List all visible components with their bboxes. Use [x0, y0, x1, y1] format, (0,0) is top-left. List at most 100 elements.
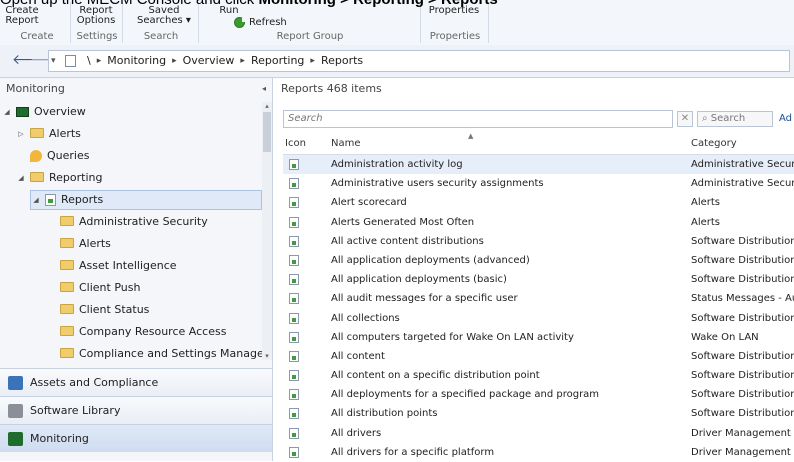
tree-item-compliance-settings[interactable]: Compliance and Settings Management	[60, 344, 262, 360]
workspace-assets-and-compliance[interactable]: Assets and Compliance	[0, 368, 272, 396]
tree-item-reporting[interactable]: ◢ Reporting	[16, 168, 102, 188]
tree-item-queries[interactable]: Queries	[16, 146, 89, 166]
report-options-line2: Options	[76, 15, 116, 26]
expanded-arrow-icon[interactable]: ◢	[2, 102, 12, 122]
tree-item-label: Company Resource Access	[79, 325, 227, 338]
report-icon	[289, 312, 299, 324]
workspace-software-library[interactable]: Software Library	[0, 396, 272, 424]
table-row[interactable]: All deployments for a specified package …	[283, 385, 794, 404]
report-icon	[289, 331, 299, 343]
search-button[interactable]: ⌕ Search	[697, 111, 773, 127]
search-button-label: Search	[710, 113, 746, 124]
report-name: Alerts Generated Most Often	[331, 216, 475, 228]
table-row[interactable]: All drivers for a specific platform Drive…	[283, 443, 794, 462]
tree-item-administrative-security[interactable]: Administrative Security	[60, 212, 208, 232]
report-name: All content on a specific distribution p…	[331, 370, 540, 382]
report-name: All deployments for a specified package …	[331, 389, 600, 401]
breadcrumb-overview[interactable]: Overview	[183, 51, 235, 71]
tree-item-asset-intelligence[interactable]: Asset Intelligence	[60, 256, 177, 276]
table-row[interactable]: Alert scorecard Alerts	[283, 193, 794, 212]
collapsed-arrow-icon[interactable]: ▷	[16, 124, 26, 144]
group-create-label: Create	[20, 31, 54, 42]
tree-item-label: Queries	[47, 149, 90, 162]
navigation-pane: Monitoring ◂ ◢ Overview ▷ Alerts Queries…	[0, 78, 273, 461]
table-row[interactable]: All content Software Distribution -	[283, 347, 794, 366]
column-icon-header[interactable]: Icon	[285, 134, 306, 154]
create-report-line2: Report	[5, 15, 39, 26]
table-row[interactable]: Administrative users security assignment…	[283, 174, 794, 193]
group-settings-label: Settings	[76, 31, 118, 42]
scroll-up-icon[interactable]: ▴	[262, 102, 272, 110]
clear-search-button[interactable]: ✕	[677, 111, 693, 127]
table-row[interactable]: All application deployments (advanced) So…	[283, 251, 794, 270]
reports-pane: Reports 468 items Search ✕ ⌕ Search Ad I…	[277, 78, 794, 461]
report-category: Software Distribution -	[691, 350, 794, 362]
table-row[interactable]: All collections Software Distribution -	[283, 309, 794, 328]
tree-item-label: Client Status	[79, 303, 150, 316]
folder-icon	[60, 216, 74, 226]
workspace-monitoring[interactable]: Monitoring	[0, 424, 272, 452]
report-icon	[289, 216, 299, 228]
column-name-header[interactable]: Name	[331, 134, 361, 154]
table-row[interactable]: All content on a specific distribution p…	[283, 366, 794, 385]
history-dropdown-icon[interactable]: ▾	[51, 51, 56, 71]
caption-monitoring: Monitoring	[258, 0, 335, 8]
breadcrumb-monitoring[interactable]: Monitoring	[107, 51, 166, 71]
report-icon	[289, 370, 299, 382]
table-row[interactable]: All active content distributions Software…	[283, 232, 794, 251]
tree-item-reports[interactable]: ◢ Reports	[30, 190, 262, 210]
table-row[interactable]: All computers targeted for Wake On LAN a…	[283, 328, 794, 347]
search-input[interactable]: Search	[283, 110, 673, 128]
scroll-down-icon[interactable]: ▾	[262, 352, 272, 360]
report-name: All application deployments (advanced)	[331, 254, 530, 266]
folder-icon	[30, 128, 44, 138]
tree-scrollbar[interactable]: ▴ ▾	[262, 102, 272, 360]
tree-item-client-status[interactable]: Client Status	[60, 300, 149, 320]
table-row[interactable]: Alerts Generated Most Often Alerts	[283, 213, 794, 232]
workspace-label: Assets and Compliance	[30, 376, 159, 389]
add-criteria-link[interactable]: Ad	[779, 111, 792, 127]
report-icon	[289, 427, 299, 439]
report-icon	[289, 293, 299, 305]
expanded-arrow-icon[interactable]: ◢	[31, 190, 41, 210]
table-row[interactable]: All application deployments (basic) Softw…	[283, 270, 794, 289]
folder-icon	[60, 326, 74, 336]
expanded-arrow-icon[interactable]: ◢	[16, 168, 26, 188]
search-icon: ⌕	[702, 113, 708, 124]
back-button[interactable]: 🡐	[12, 51, 50, 69]
tree-item-label: Administrative Security	[79, 215, 208, 228]
scrollbar-thumb[interactable]	[263, 112, 271, 152]
report-icon	[289, 159, 299, 170]
caption-sep-2: >	[424, 0, 441, 8]
column-category-header[interactable]: Category	[691, 134, 737, 154]
breadcrumb-items: \ ▸ Monitoring ▸ Overview ▸ Reporting ▸ …	[87, 51, 369, 71]
report-name: All collections	[331, 312, 400, 324]
tree-item-alerts[interactable]: ▷ Alerts	[16, 124, 81, 144]
breadcrumb-reports[interactable]: Reports	[321, 51, 363, 71]
breadcrumb: ▾ \ ▸ Monitoring ▸ Overview ▸ Reporting …	[48, 50, 790, 72]
refresh-icon	[234, 16, 246, 28]
report-name: All drivers for a specific platform	[331, 446, 495, 458]
report-name: Alert scorecard	[331, 197, 407, 209]
collapse-pane-icon[interactable]: ◂	[262, 78, 266, 100]
monitoring-icon	[8, 432, 23, 446]
report-category: Software Distribution -	[691, 312, 794, 324]
tree-item-overview[interactable]: ◢ Overview	[2, 102, 86, 122]
tree-item-report-alerts[interactable]: Alerts	[60, 234, 111, 254]
breadcrumb-reporting[interactable]: Reporting	[251, 51, 304, 71]
report-category: Alerts	[691, 197, 721, 209]
refresh-button[interactable]: Refresh	[234, 15, 287, 29]
table-row[interactable]: Administration activity log Administrativ…	[283, 155, 794, 175]
forward-button[interactable]: 🡒	[30, 51, 68, 69]
table-row[interactable]: All drivers Driver Management	[283, 424, 794, 443]
tree-item-client-push[interactable]: Client Push	[60, 278, 140, 298]
report-icon	[289, 197, 299, 209]
chevron-right-icon: ▸	[172, 56, 177, 66]
table-row[interactable]: All audit messages for a specific user St…	[283, 289, 794, 308]
report-icon	[289, 235, 299, 247]
report-category: Software Distribution -	[691, 370, 794, 382]
chevron-right-icon: ▸	[310, 56, 315, 66]
report-icon	[289, 254, 299, 266]
tree-item-company-resource-access[interactable]: Company Resource Access	[60, 322, 226, 342]
table-row[interactable]: All distribution points Software Distribu…	[283, 404, 794, 423]
